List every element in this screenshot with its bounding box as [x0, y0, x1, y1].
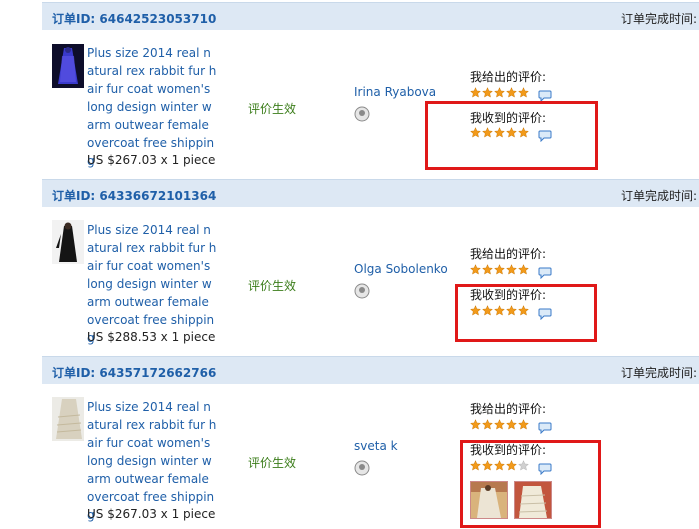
order-completed-time-label: 订单完成时间: — [621, 366, 698, 380]
order-header: 订单ID: 64357172662766 订单完成时间: — [42, 356, 699, 384]
product-thumbnail[interactable] — [52, 220, 84, 264]
received-rating-stars — [470, 305, 529, 317]
received-review-label: 我收到的评价: — [470, 111, 547, 125]
speech-bubble-icon[interactable] — [538, 87, 552, 103]
received-review-label: 我收到的评价: — [470, 288, 547, 302]
star-icon — [482, 264, 493, 275]
star-icon — [518, 419, 529, 430]
star-icon — [506, 305, 517, 316]
speech-bubble-icon[interactable] — [538, 127, 552, 143]
star-icon — [494, 305, 505, 316]
received-rating-stars — [470, 127, 529, 139]
received-rating-stars — [470, 460, 529, 472]
price-quantity: US $267.03 x 1 piece — [87, 153, 216, 167]
product-title-link[interactable]: Plus size 2014 real natural rex rabbit f… — [87, 221, 217, 347]
given-rating-stars — [470, 264, 529, 276]
product-thumbnail[interactable] — [52, 397, 84, 441]
given-review-label: 我给出的评价: — [470, 70, 547, 84]
star-icon — [518, 264, 529, 275]
star-icon — [506, 264, 517, 275]
buyer-name-link[interactable]: Olga Sobolenko — [354, 262, 448, 276]
review-status: 评价生效 — [248, 102, 297, 116]
buyer-name-link[interactable]: Irina Ryabova — [354, 85, 436, 99]
user-badge-icon[interactable] — [354, 106, 370, 122]
order-completed-time-label: 订单完成时间: — [621, 12, 698, 26]
speech-bubble-icon[interactable] — [538, 305, 552, 321]
speech-bubble-icon[interactable] — [538, 419, 552, 435]
price-quantity: US $288.53 x 1 piece — [87, 330, 216, 344]
order-header: 订单ID: 64642523053710 订单完成时间: — [42, 2, 699, 30]
order-id[interactable]: 订单ID: 64642523053710 — [52, 10, 216, 27]
star-icon — [518, 460, 529, 471]
star-icon — [506, 419, 517, 430]
price-quantity: US $267.03 x 1 piece — [87, 507, 216, 521]
received-review-label: 我收到的评价: — [470, 443, 547, 457]
review-photo[interactable] — [470, 481, 508, 519]
review-status: 评价生效 — [248, 456, 297, 470]
star-icon — [494, 127, 505, 138]
star-icon — [518, 87, 529, 98]
given-rating-stars — [470, 87, 529, 99]
star-icon — [470, 127, 481, 138]
product-title-link[interactable]: Plus size 2014 real natural rex rabbit f… — [87, 398, 217, 524]
star-icon — [518, 127, 529, 138]
star-icon — [506, 127, 517, 138]
star-icon — [470, 87, 481, 98]
order-id[interactable]: 订单ID: 64336672101364 — [52, 187, 216, 204]
product-thumbnail[interactable] — [52, 44, 84, 88]
order-header: 订单ID: 64336672101364 订单完成时间: — [42, 179, 699, 207]
star-icon — [482, 127, 493, 138]
star-icon — [482, 460, 493, 471]
star-icon — [482, 87, 493, 98]
user-badge-icon[interactable] — [354, 283, 370, 299]
given-rating-stars — [470, 419, 529, 431]
order-completed-time-label: 订单完成时间: — [621, 189, 698, 203]
review-status: 评价生效 — [248, 279, 297, 293]
order-id[interactable]: 订单ID: 64357172662766 — [52, 364, 216, 381]
speech-bubble-icon[interactable] — [538, 264, 552, 280]
speech-bubble-icon[interactable] — [538, 460, 552, 476]
star-icon — [470, 419, 481, 430]
star-icon — [470, 460, 481, 471]
star-icon — [494, 460, 505, 471]
star-icon — [506, 87, 517, 98]
given-review-label: 我给出的评价: — [470, 247, 547, 261]
buyer-name-link[interactable]: sveta k — [354, 439, 398, 453]
star-icon — [494, 87, 505, 98]
star-icon — [482, 305, 493, 316]
star-icon — [518, 305, 529, 316]
product-title-link[interactable]: Plus size 2014 real natural rex rabbit f… — [87, 44, 217, 170]
star-icon — [494, 264, 505, 275]
star-icon — [506, 460, 517, 471]
given-review-label: 我给出的评价: — [470, 402, 547, 416]
star-icon — [482, 419, 493, 430]
star-icon — [470, 305, 481, 316]
user-badge-icon[interactable] — [354, 460, 370, 476]
star-icon — [470, 264, 481, 275]
review-photo[interactable] — [514, 481, 552, 519]
star-icon — [494, 419, 505, 430]
